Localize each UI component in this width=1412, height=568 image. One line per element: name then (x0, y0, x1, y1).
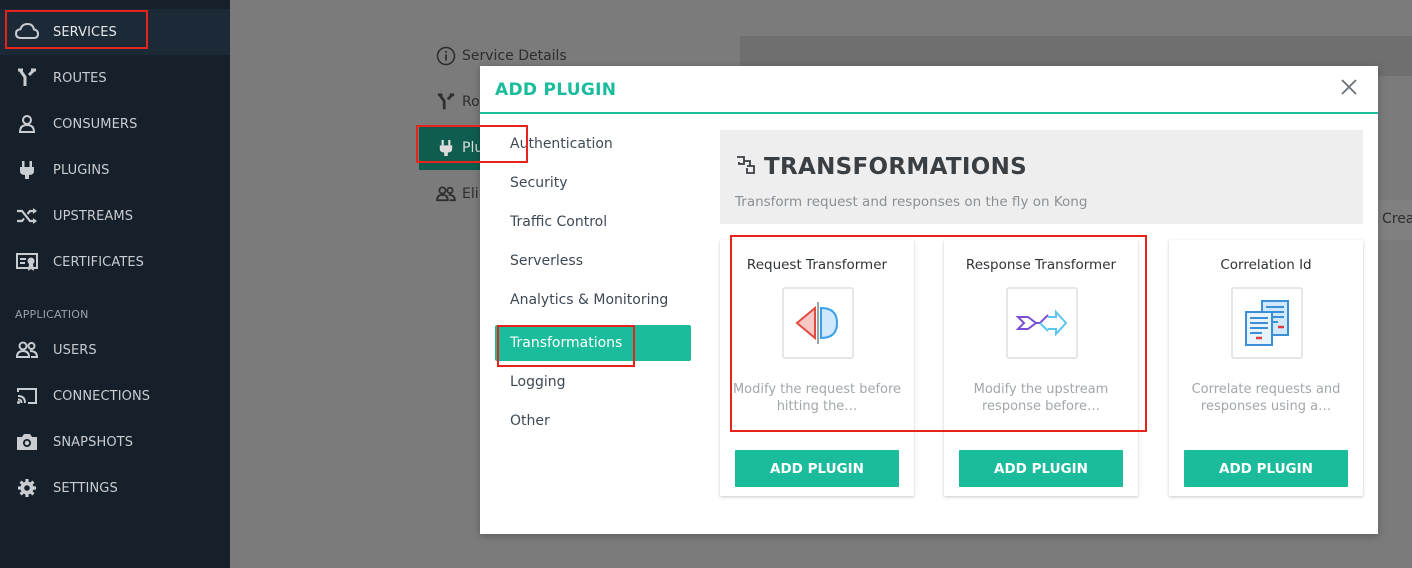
sidebar-item-label: CERTIFICATES (53, 254, 145, 270)
close-button[interactable] (1338, 76, 1360, 98)
info-icon (435, 45, 457, 67)
category-other[interactable]: Other (495, 403, 691, 439)
category-authentication[interactable]: Authentication (495, 126, 691, 162)
sidebar: SERVICES ROUTES CONSUMERS PLUGINS UPSTRE… (0, 0, 230, 568)
sidebar-item-services[interactable]: SERVICES (0, 9, 230, 55)
sidebar-item-label: CONNECTIONS (53, 388, 151, 404)
plugin-description: Correlate requests and responses using a… (1191, 382, 1341, 414)
sidebar-item-certificates[interactable]: CERTIFICATES (0, 239, 230, 285)
add-plugin-button[interactable]: ADD PLUGIN (959, 450, 1123, 487)
category-description: Transform request and responses on the f… (735, 194, 1088, 210)
response-transformer-icon (1006, 287, 1078, 359)
sidebar-item-settings[interactable]: SETTINGS (0, 465, 230, 511)
modal-title: ADD PLUGIN (495, 80, 617, 100)
gear-icon (15, 476, 39, 500)
sidebar-item-label: ROUTES (53, 70, 107, 86)
sidebar-section-application: APPLICATION (15, 308, 89, 321)
category-title-row: TRANSFORMATIONS (736, 154, 1027, 180)
user-icon (15, 112, 39, 136)
transformations-icon (736, 156, 756, 178)
background-create-label: Crea (1382, 211, 1412, 227)
plugin-card-response-transformer: Response Transformer Modify the upstream… (944, 240, 1138, 496)
sidebar-item-upstreams[interactable]: UPSTREAMS (0, 193, 230, 239)
correlation-id-icon (1231, 287, 1303, 359)
add-plugin-modal: ADD PLUGIN Authentication Security Traff… (480, 66, 1378, 534)
routes-icon (15, 66, 39, 90)
plug-icon (435, 137, 457, 159)
plugin-name: Correlation Id (1220, 257, 1312, 273)
sidebar-item-label: UPSTREAMS (53, 208, 134, 224)
plugin-card-request-transformer: Request Transformer Modify the request b… (720, 240, 914, 496)
background-link-routes: Ro (435, 91, 480, 113)
users-icon (15, 338, 39, 362)
category-security[interactable]: Security (495, 165, 691, 201)
plugin-name: Request Transformer (746, 257, 888, 273)
plugin-card-correlation-id: Correlation Id Correlate requests and re… (1169, 240, 1363, 496)
category-analytics-monitoring[interactable]: Analytics & Monitoring (495, 282, 691, 318)
modal-header: ADD PLUGIN (480, 66, 1378, 114)
close-icon (1341, 79, 1357, 95)
cloud-icon (15, 20, 39, 44)
add-plugin-button[interactable]: ADD PLUGIN (1184, 450, 1348, 487)
sidebar-item-label: USERS (53, 342, 97, 358)
sidebar-item-label: SETTINGS (53, 480, 118, 496)
background-link-eligible: Eli (435, 183, 479, 205)
shuffle-icon (15, 204, 39, 228)
cast-icon (15, 384, 39, 408)
sidebar-item-plugins[interactable]: PLUGINS (0, 147, 230, 193)
background-link-label: Service Details (462, 48, 567, 64)
background-link-plugins: Plu (435, 137, 483, 159)
background-link-label: Ro (462, 94, 480, 110)
add-plugin-button[interactable]: ADD PLUGIN (735, 450, 899, 487)
plugin-name: Response Transformer (965, 257, 1117, 273)
sidebar-item-label: PLUGINS (53, 162, 110, 178)
sidebar-item-connections[interactable]: CONNECTIONS (0, 373, 230, 419)
background-link-service-details: Service Details (435, 45, 567, 67)
users-icon (435, 183, 457, 205)
sidebar-item-consumers[interactable]: CONSUMERS (0, 101, 230, 147)
plug-icon (15, 158, 39, 182)
request-transformer-icon (782, 287, 854, 359)
camera-icon (15, 430, 39, 454)
category-logging[interactable]: Logging (495, 364, 691, 400)
routes-icon (435, 91, 457, 113)
background-link-label: Eli (462, 186, 479, 202)
category-transformations[interactable]: Transformations (495, 325, 691, 361)
plugin-description: Modify the request before hitting the… (732, 382, 902, 414)
certificate-icon (15, 250, 39, 274)
sidebar-item-label: CONSUMERS (53, 116, 138, 132)
sidebar-item-routes[interactable]: ROUTES (0, 55, 230, 101)
sidebar-item-label: SNAPSHOTS (53, 434, 134, 450)
sidebar-item-label: SERVICES (53, 24, 117, 40)
sidebar-item-snapshots[interactable]: SNAPSHOTS (0, 419, 230, 465)
plugin-description: Modify the upstream response before… (973, 382, 1109, 414)
category-title: TRANSFORMATIONS (764, 154, 1028, 180)
category-serverless[interactable]: Serverless (495, 243, 691, 279)
category-traffic-control[interactable]: Traffic Control (495, 204, 691, 240)
category-header: TRANSFORMATIONS Transform request and re… (720, 130, 1363, 224)
sidebar-item-users[interactable]: USERS (0, 327, 230, 373)
